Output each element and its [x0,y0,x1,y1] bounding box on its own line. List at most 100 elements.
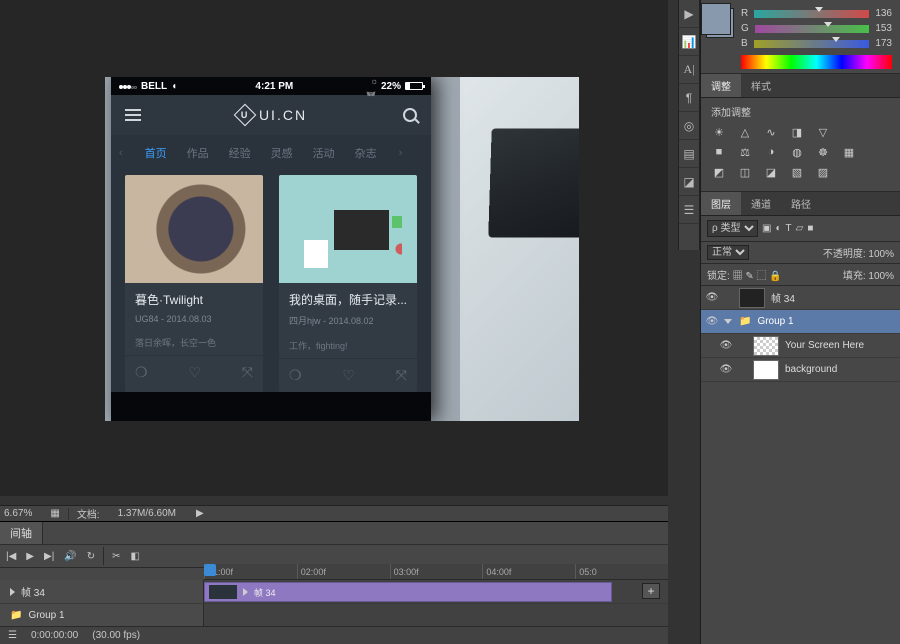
card-list: 暮色·Twilight UG84 - 2014.08.03 落日余晖，长空一色 … [111,171,431,392]
timecode[interactable]: 0:00:00:00 [31,630,78,641]
photo-filter-icon[interactable]: ◍ [789,145,805,159]
visibility-icon[interactable]: 👁 [715,340,737,351]
grid-icon[interactable]: ▦ [50,508,59,519]
play-icon[interactable]: ▶ [679,0,699,28]
tab-mag[interactable]: 杂志 [355,145,377,161]
histogram-icon[interactable]: 📊 [679,28,699,56]
chevron-down-icon[interactable] [724,319,732,324]
navigator-icon[interactable]: ◎ [679,112,699,140]
goto-start-icon[interactable]: |◀ [6,551,16,562]
tab-adjustments[interactable]: 调整 [701,74,741,97]
threshold-icon[interactable]: ◪ [763,165,779,179]
layer-name: Group 1 [757,316,793,327]
share-icon[interactable]: ⤧ [242,364,253,381]
spectrum-bar[interactable] [741,55,892,69]
history-icon[interactable]: ☰ [679,196,699,224]
tab-layers[interactable]: 图层 [701,192,741,215]
playhead-icon[interactable] [204,564,216,576]
scissors-icon[interactable]: ✂ [112,551,120,562]
canvas[interactable]: BELL ◖ 4:21 PM ࿆ 22% UI.CN ‹ 首页 作品 经验 [0,0,668,496]
bw-icon[interactable]: ◑ [763,145,779,159]
loop-icon[interactable]: ↻ [87,551,95,562]
clock-label: 4:21 PM [255,81,293,92]
hamburger-icon[interactable] [125,109,141,121]
tab-event[interactable]: 活动 [313,145,335,161]
heart-icon[interactable]: ♡ [188,364,201,381]
exposure-icon[interactable]: ◨ [789,125,805,139]
layer-row[interactable]: 👁 帧 34 [701,286,900,310]
filter-image-icon[interactable]: ▣ [762,223,771,234]
mixer-icon[interactable]: ☸ [815,145,831,159]
levels-icon[interactable]: △ [737,125,753,139]
tab-paths[interactable]: 路径 [781,192,821,215]
r-value[interactable]: 136 [875,8,892,19]
tab-works[interactable]: 作品 [187,145,209,161]
play-icon[interactable]: ▶ [26,551,34,562]
hue-icon[interactable]: ■ [711,145,727,159]
track-row[interactable]: 帧 34 帧 34 + [0,580,668,604]
paragraph-icon[interactable]: ¶ [679,84,699,112]
add-clip-button[interactable]: + [642,583,660,599]
curves-icon[interactable]: ∿ [763,125,779,139]
layer-filter-kind[interactable]: ρ 类型 [707,220,758,237]
tab-exp[interactable]: 经验 [229,145,251,161]
opacity-value[interactable]: 100% [868,249,894,260]
visibility-icon[interactable]: 👁 [701,292,723,303]
lock-icons[interactable]: ▦ ✎ ⬚ 🔒 [733,271,782,282]
track-row[interactable]: 📁Group 1 [0,604,668,628]
g-value[interactable]: 153 [875,23,892,34]
posterize-icon[interactable]: ◫ [737,165,753,179]
color-swatch[interactable] [706,8,734,38]
goto-end-icon[interactable]: ▶| [44,551,54,562]
fill-value[interactable]: 100% [868,271,894,282]
g-slider[interactable] [755,25,870,33]
timeline-clip[interactable]: 帧 34 [204,582,612,602]
timeline-tab[interactable]: 间轴 [0,522,43,544]
layer-row[interactable]: 👁 Your Screen Here [701,334,900,358]
vibrance-icon[interactable]: ▽ [815,125,831,139]
filter-shape-icon[interactable]: ▱ [796,223,804,234]
tab-channels[interactable]: 通道 [741,192,781,215]
comment-icon[interactable]: ❍ [289,367,302,384]
layer-row[interactable]: 👁 background [701,358,900,382]
heart-icon[interactable]: ♡ [342,367,355,384]
timeline-options-icon[interactable]: ☰ [8,630,17,641]
chevron-right-icon[interactable]: › [397,147,405,159]
visibility-icon[interactable]: 👁 [701,316,723,327]
timeline-ruler[interactable]: 01:00f 02:00f 03:00f 04:00f 05:0 [204,564,668,580]
filter-adjust-icon[interactable]: ◐ [775,223,781,234]
brightness-icon[interactable]: ☀ [711,125,727,139]
expand-icon[interactable] [10,588,15,596]
balance-icon[interactable]: ⚖ [737,145,753,159]
filter-smart-icon[interactable]: ■ [807,223,813,234]
gradient-map-icon[interactable]: ▧ [789,165,805,179]
blend-mode-select[interactable]: 正常 [707,245,749,260]
lookup-icon[interactable]: ▦ [841,145,857,159]
b-slider[interactable] [754,40,870,48]
b-value[interactable]: 173 [875,38,892,49]
layer-row[interactable]: 👁 📁 Group 1 [701,310,900,334]
card-item[interactable]: 暮色·Twilight UG84 - 2014.08.03 落日余晖，长空一色 … [125,175,263,392]
share-icon[interactable]: ⤧ [396,367,407,384]
tab-styles[interactable]: 样式 [741,74,781,97]
card-item[interactable]: 我的桌面，随手记录... 四月hjw - 2014.08.02 工作，fight… [279,175,417,392]
selective-icon[interactable]: ▨ [815,165,831,179]
r-slider[interactable] [754,10,869,18]
transition-icon[interactable]: ◧ [131,551,140,562]
chevron-left-icon[interactable]: ‹ [117,147,125,159]
chevron-right-icon[interactable]: ▶ [194,508,206,519]
search-icon[interactable] [403,108,417,122]
comment-icon[interactable]: ❍ [135,364,148,381]
tab-insp[interactable]: 灵感 [271,145,293,161]
tab-home[interactable]: 首页 [145,145,167,161]
card-desc: 落日余晖，长空一色 [135,336,253,349]
brush-icon[interactable]: ◪ [679,168,699,196]
char-paragraph-icon[interactable]: A| [679,56,699,84]
invert-icon[interactable]: ◩ [711,165,727,179]
zoom-level[interactable]: 6.67% [4,508,32,519]
brand-logo[interactable]: UI.CN [237,107,307,123]
filter-type-icon[interactable]: T [786,223,792,234]
swatches-icon[interactable]: ▤ [679,140,699,168]
audio-icon[interactable]: 🔊 [64,551,76,562]
visibility-icon[interactable]: 👁 [715,364,737,375]
